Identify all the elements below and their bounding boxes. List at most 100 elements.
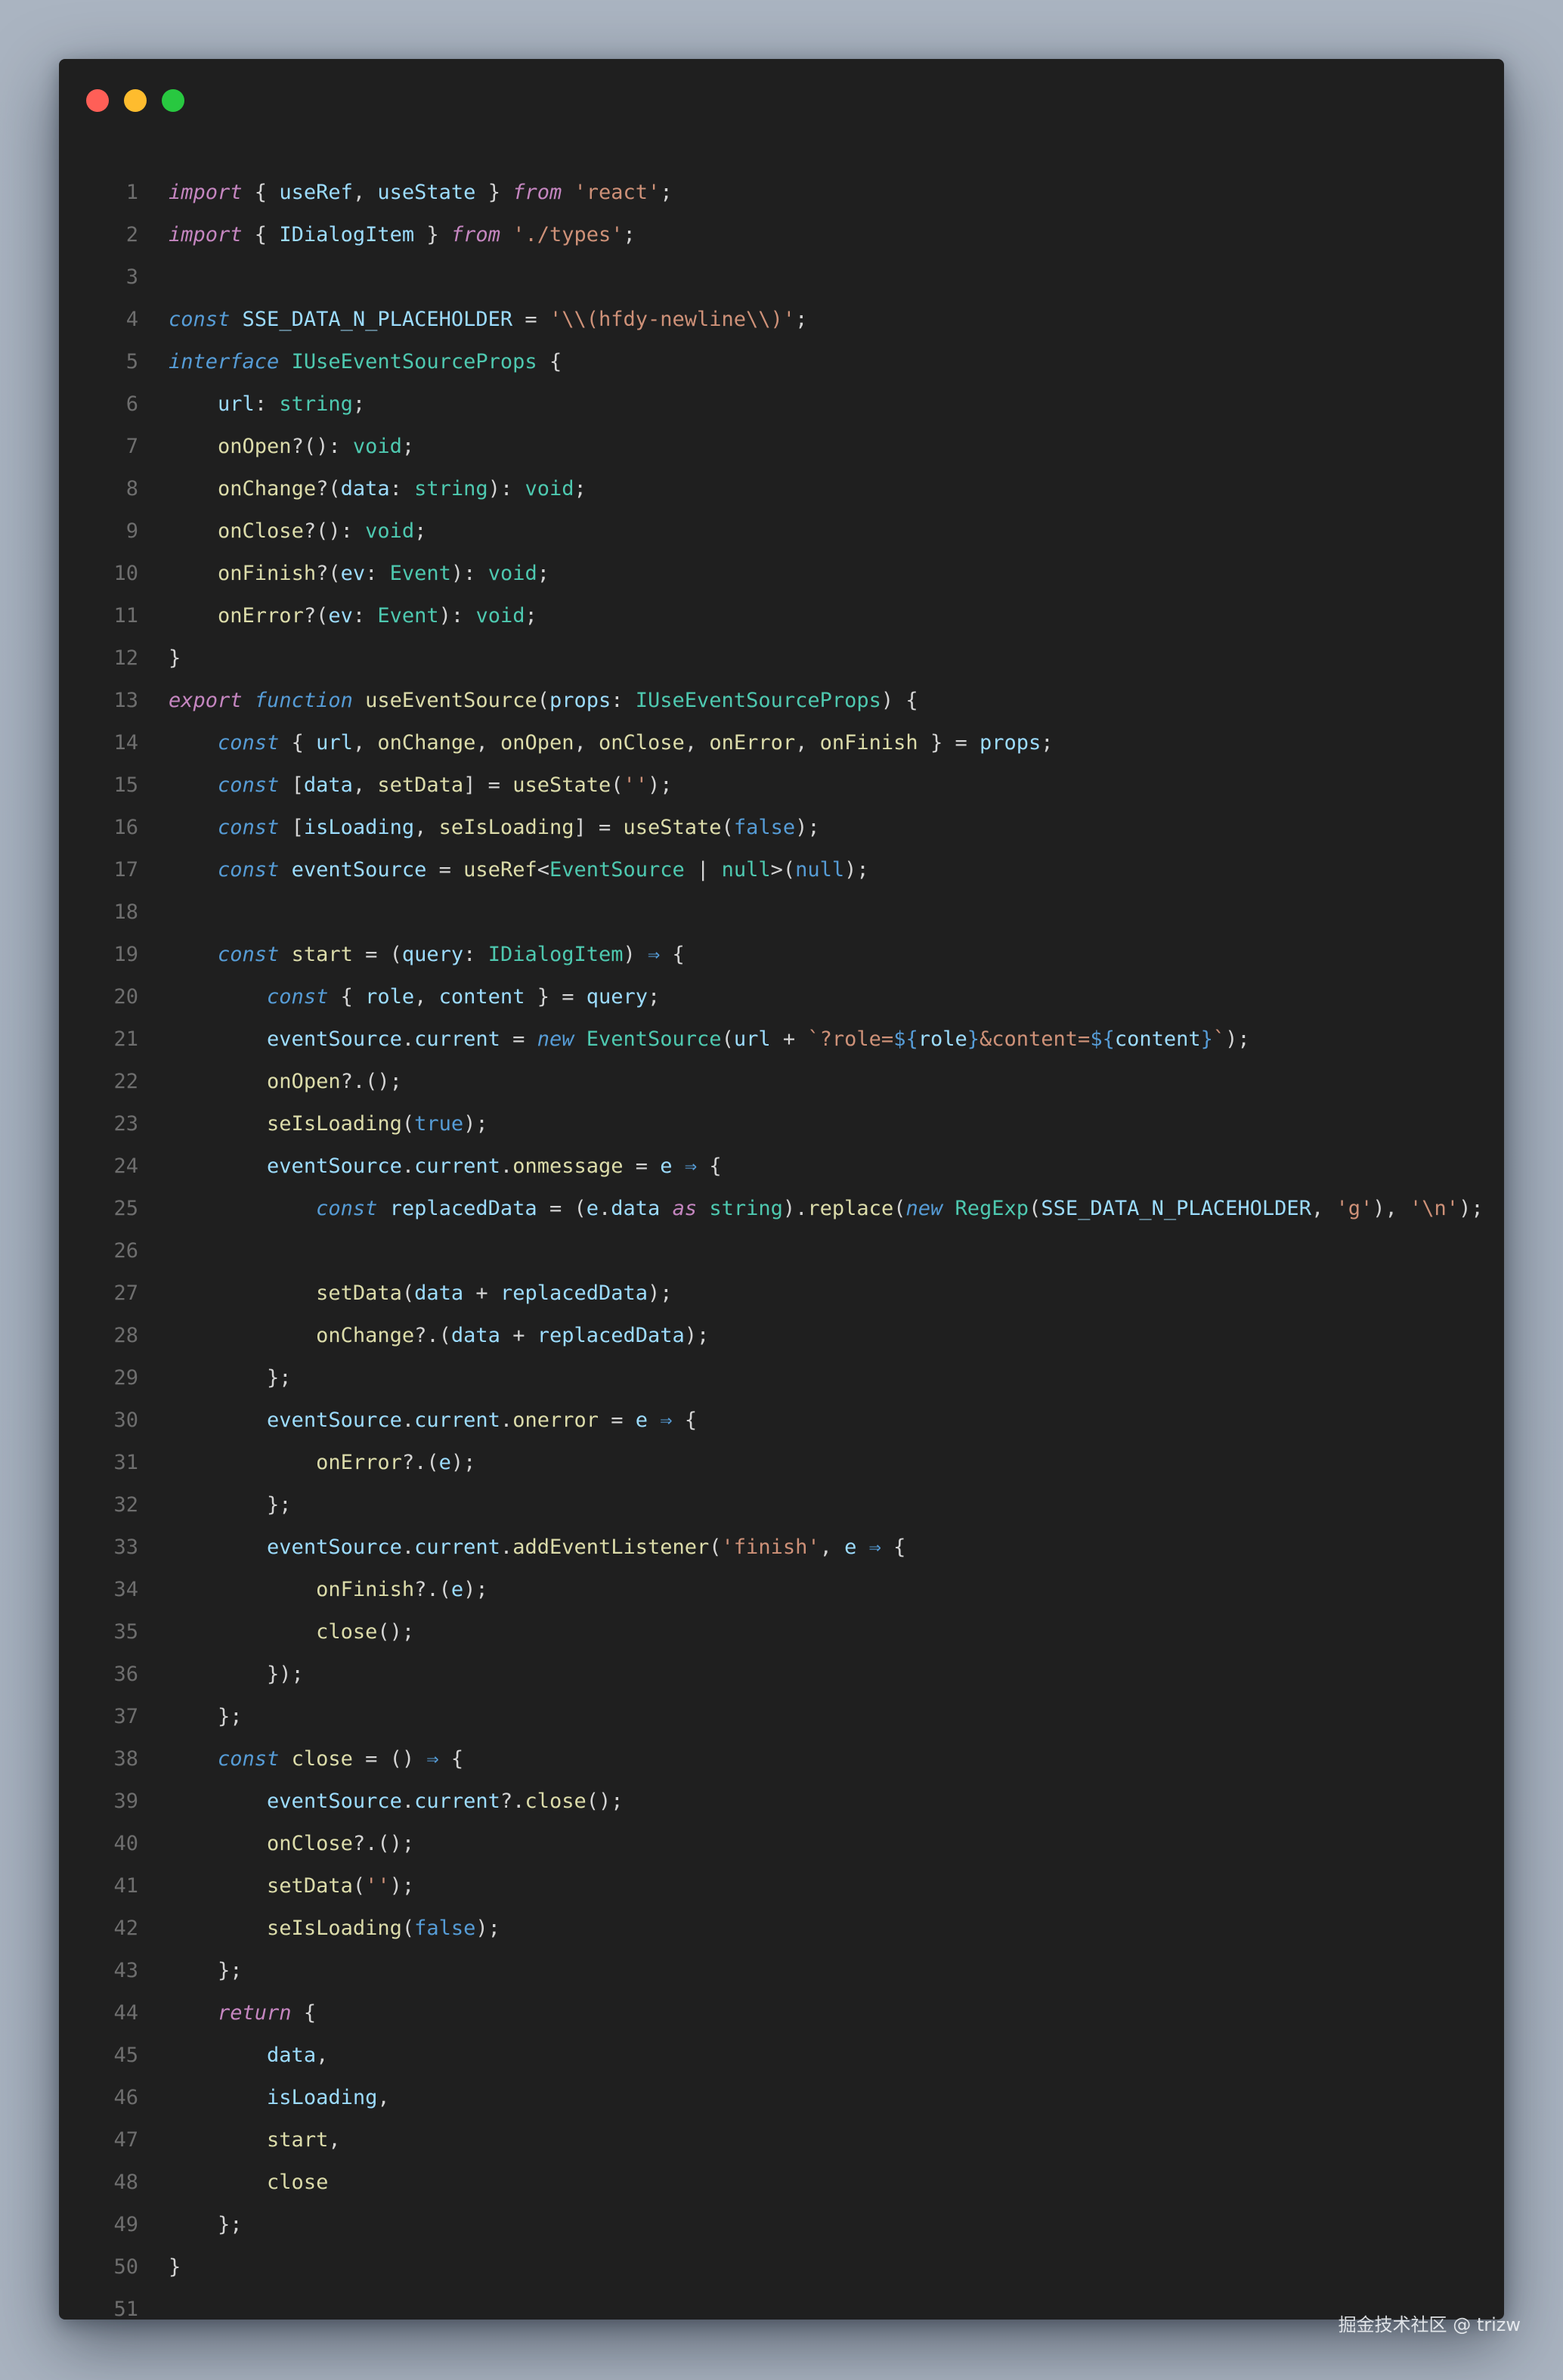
code-token: . — [500, 1154, 513, 1178]
line-number: 2 — [125, 222, 138, 246]
code-token: . — [401, 1408, 415, 1432]
line-number: 38 — [113, 1746, 138, 1771]
code-token: { — [660, 942, 685, 966]
code-token: '' — [365, 1873, 390, 1898]
code-token: : — [254, 392, 280, 416]
code-token: ; — [352, 392, 366, 416]
code-token: data — [340, 476, 390, 500]
line-number: 41 — [113, 1873, 138, 1898]
code-token: , — [414, 984, 439, 1009]
code-line: 26 — [59, 1229, 169, 1272]
code-token: { — [438, 1746, 464, 1771]
code-line: 47 start, — [59, 2118, 340, 2161]
code-token: . — [401, 1535, 415, 1559]
code-token: , — [377, 2085, 390, 2109]
close-button[interactable] — [86, 89, 109, 112]
code-token: return — [218, 2000, 292, 2025]
line-number: 47 — [113, 2127, 138, 2152]
code-line: 6 url: string; — [59, 383, 365, 425]
code-token: } — [967, 1027, 980, 1051]
code-token: void — [487, 561, 537, 585]
code-token: ?.(); — [352, 1831, 415, 1855]
code-token: , — [352, 773, 378, 797]
code-token: replacedData — [389, 1196, 537, 1220]
code-token: ( — [611, 773, 624, 797]
code-token: ) — [623, 942, 648, 966]
code-token: { — [242, 222, 280, 246]
code-token: null — [795, 857, 845, 882]
maximize-button[interactable] — [162, 89, 184, 112]
line-number: 35 — [113, 1619, 138, 1644]
code-token: Event — [389, 561, 451, 585]
code-line: 5 interface IUseEventSourceProps { — [59, 340, 562, 383]
code-token: e — [844, 1535, 857, 1559]
code-token: props — [979, 730, 1041, 755]
line-number: 31 — [113, 1450, 138, 1474]
code-token: ); — [389, 1873, 415, 1898]
code-token: null — [721, 857, 771, 882]
code-token: onClose — [599, 730, 685, 755]
code-token: e — [635, 1408, 648, 1432]
code-token: , — [414, 815, 439, 839]
line-number: 43 — [113, 1958, 138, 1982]
code-text: import { IDialogItem } from './types'; — [169, 223, 636, 246]
code-token: ); — [1225, 1027, 1250, 1051]
code-token: ( — [352, 1873, 366, 1898]
code-token: ?( — [316, 561, 341, 585]
code-token: current — [414, 1789, 500, 1813]
code-line: 25 const replacedData = (e.data as strin… — [59, 1187, 1483, 1229]
line-number: 20 — [113, 984, 138, 1009]
code-token: >( — [770, 857, 796, 882]
minimize-button[interactable] — [124, 89, 147, 112]
code-token: = ( — [537, 1196, 587, 1220]
code-text: const { role, content } = query; — [169, 985, 660, 1009]
code-token: ; — [574, 476, 587, 500]
code-line: 41 setData(''); — [59, 1864, 414, 1907]
code-token: }); — [169, 1662, 304, 1686]
code-token: props — [549, 688, 611, 712]
line-number: 29 — [113, 1365, 138, 1390]
code-token: &content= — [980, 1027, 1091, 1051]
code-token: ⇒ — [868, 1535, 881, 1559]
line-number: 30 — [113, 1408, 138, 1432]
code-token: EventSource — [549, 857, 685, 882]
line-number: 18 — [113, 900, 138, 924]
code-token: }; — [169, 1704, 243, 1728]
code-token: { — [672, 1408, 698, 1432]
code-token: query — [586, 984, 648, 1009]
code-line: 37 }; — [59, 1695, 243, 1737]
code-text: eventSource.current?.close(); — [169, 1789, 623, 1813]
code-token: useState — [512, 773, 611, 797]
code-text: eventSource.current.addEventListener('fi… — [169, 1536, 905, 1559]
line-number: 40 — [113, 1831, 138, 1855]
code-token: { — [242, 180, 280, 204]
code-line: 4 const SSE_DATA_N_PLACEHOLDER = '\\(hfdy… — [59, 298, 808, 340]
code-text: const eventSource = useRef<EventSource |… — [169, 858, 869, 882]
code-token: ( — [1029, 1196, 1041, 1220]
code-token: data — [611, 1196, 661, 1220]
code-token: onFinish — [218, 561, 317, 585]
code-token: RegExp — [955, 1196, 1029, 1220]
code-token: + — [463, 1281, 500, 1305]
code-token: ` — [1212, 1027, 1226, 1051]
code-text: const [data, setData] = useState(''); — [169, 773, 673, 797]
code-token: = — [426, 857, 464, 882]
code-token: start — [291, 942, 353, 966]
line-number: 8 — [125, 476, 138, 500]
code-token: ; — [1041, 730, 1054, 755]
code-line: 33 eventSource.current.addEventListener(… — [59, 1526, 905, 1568]
